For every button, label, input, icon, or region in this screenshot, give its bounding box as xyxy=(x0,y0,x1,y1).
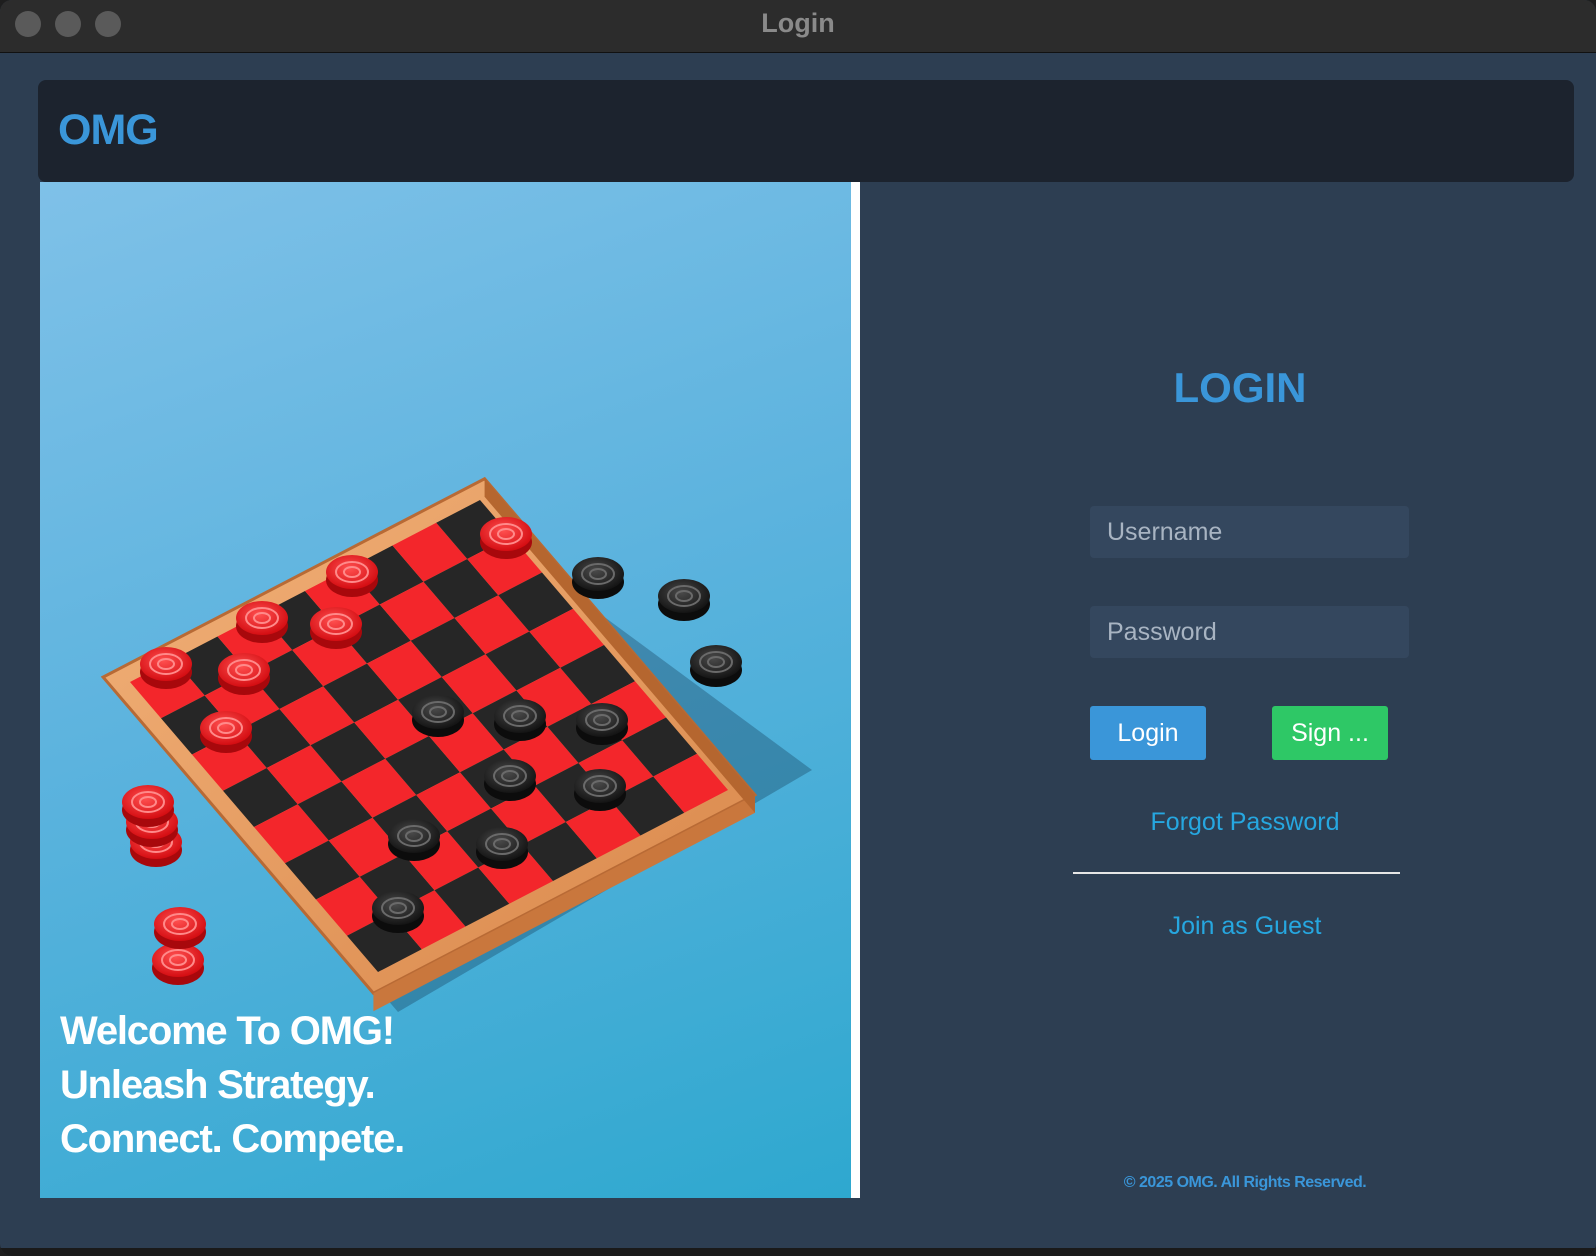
app-window: Login OMG Welcome To OMG! Unleash Strate… xyxy=(0,0,1596,1256)
login-button[interactable]: Login xyxy=(1090,706,1206,760)
red-checker-piece xyxy=(122,785,174,819)
welcome-text: Welcome To OMG! Unleash Strategy. Connec… xyxy=(60,1004,405,1166)
black-checker-piece xyxy=(572,557,624,591)
black-checker-piece xyxy=(658,579,710,613)
hero-panel: Welcome To OMG! Unleash Strategy. Connec… xyxy=(40,182,852,1198)
black-checker-piece xyxy=(372,891,424,925)
red-checker-piece xyxy=(200,711,252,745)
password-input[interactable] xyxy=(1090,606,1409,658)
forgot-password-link[interactable]: Forgot Password xyxy=(1080,808,1410,837)
bottom-strip xyxy=(0,1248,1596,1256)
window-title: Login xyxy=(761,8,835,38)
welcome-line-1: Welcome To OMG! xyxy=(60,1009,395,1053)
black-checker-piece xyxy=(574,769,626,803)
black-checker-piece xyxy=(484,759,536,793)
red-checker-piece xyxy=(310,607,362,641)
copyright-text: © 2025 OMG. All Rights Reserved. xyxy=(1123,1174,1367,1191)
black-checker-piece xyxy=(494,699,546,733)
divider-line xyxy=(1073,872,1400,874)
username-input[interactable] xyxy=(1090,506,1409,558)
black-checker-piece xyxy=(690,645,742,679)
black-checker-piece xyxy=(476,827,528,861)
welcome-line-2: Unleash Strategy. xyxy=(60,1063,376,1107)
red-checker-piece xyxy=(154,907,206,941)
black-checker-piece xyxy=(412,695,464,729)
red-checker-piece xyxy=(140,647,192,681)
title-bar: Login xyxy=(0,0,1596,53)
signup-button[interactable]: Sign ... xyxy=(1272,706,1388,760)
panel-divider xyxy=(851,182,860,1198)
red-checker-piece xyxy=(326,555,378,589)
login-heading: LOGIN xyxy=(1173,364,1307,411)
red-checker-piece xyxy=(236,601,288,635)
black-checker-piece xyxy=(388,819,440,853)
red-checker-piece xyxy=(480,517,532,551)
app-header: OMG xyxy=(38,80,1574,182)
brand-logo: OMG xyxy=(58,106,159,154)
join-as-guest-link[interactable]: Join as Guest xyxy=(1080,912,1410,941)
welcome-line-3: Connect. Compete. xyxy=(60,1117,405,1161)
red-checker-piece xyxy=(218,653,270,687)
black-checker-piece xyxy=(576,703,628,737)
